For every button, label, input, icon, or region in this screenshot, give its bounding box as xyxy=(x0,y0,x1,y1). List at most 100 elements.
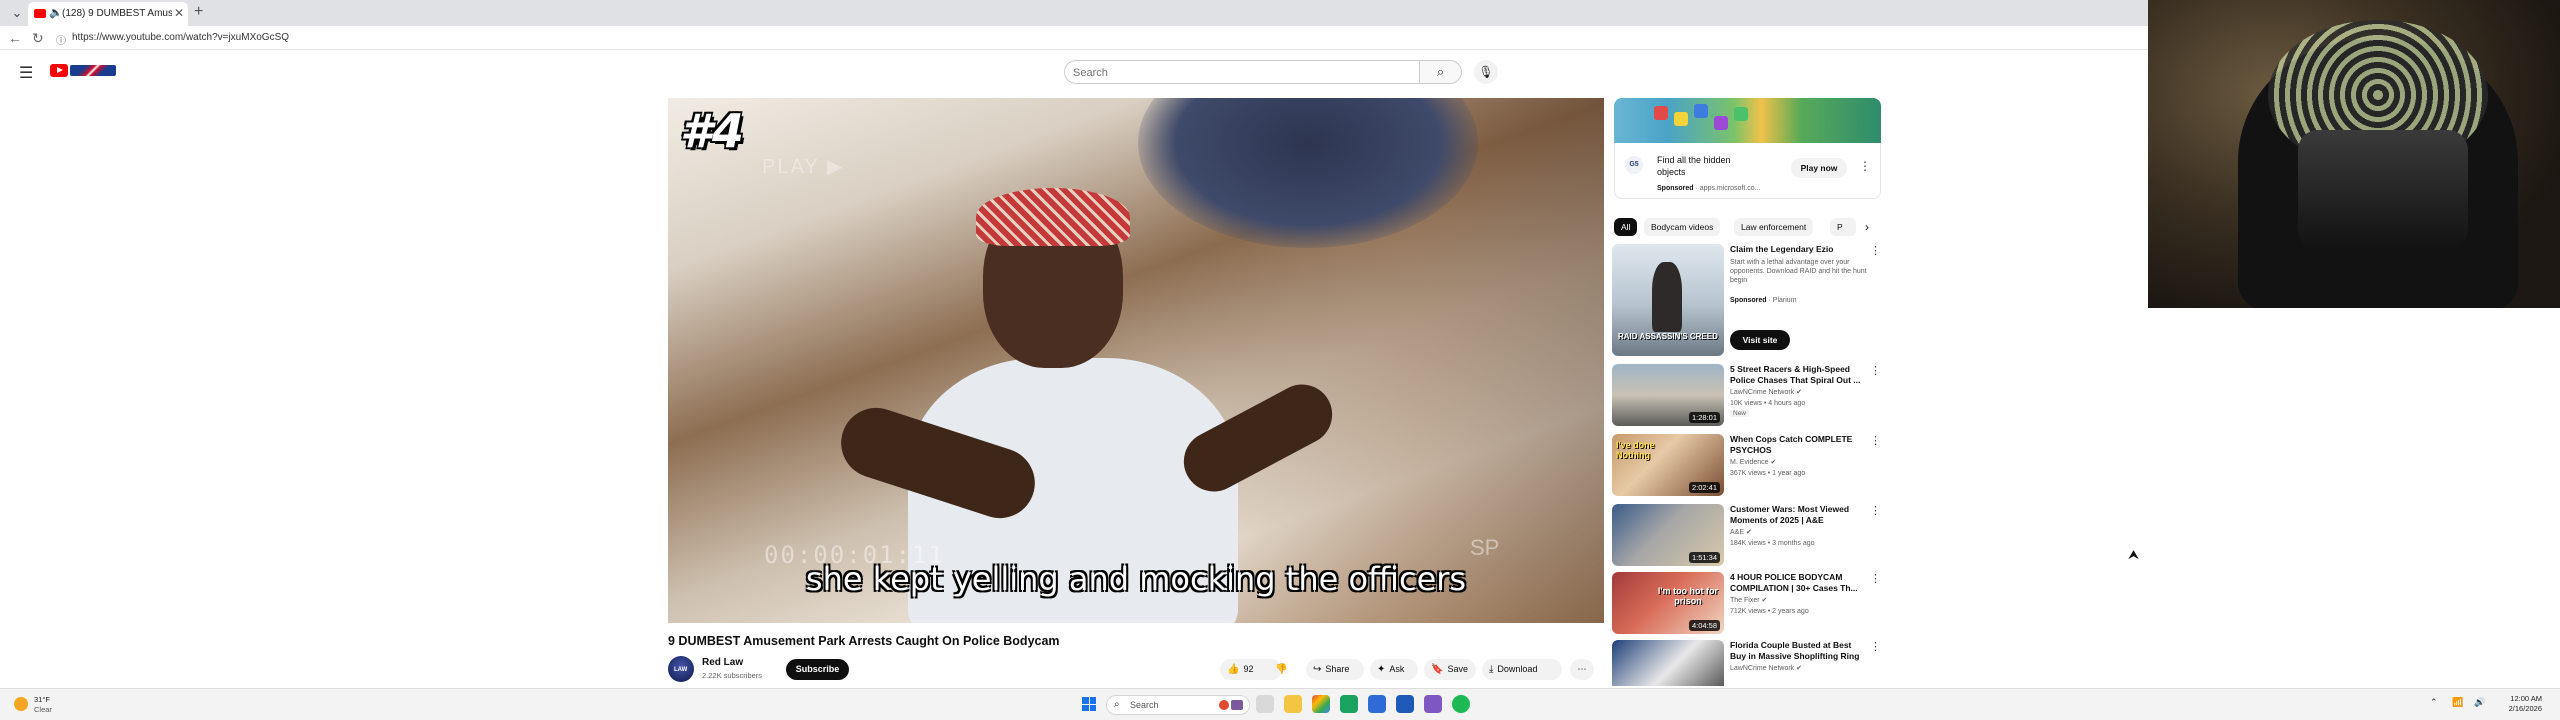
youtube-logo-icon[interactable] xyxy=(50,64,68,77)
more-vertical-icon[interactable]: ⋮ xyxy=(1870,572,1881,585)
weather-temperature[interactable]: 31°F xyxy=(34,695,50,704)
video-thumbnail[interactable]: I'm too hot for prison 4:04:58 xyxy=(1612,572,1724,634)
video-thumbnail[interactable] xyxy=(1612,640,1724,686)
search-icon: ⌕ xyxy=(1436,64,1445,79)
voice-search-button[interactable]: 🎙 xyxy=(1474,60,1498,84)
close-tab-icon[interactable]: ✕ xyxy=(174,6,184,20)
hamburger-menu-icon[interactable]: ☰ xyxy=(19,63,33,83)
video-thumbnail[interactable]: 1:28:01 xyxy=(1612,364,1724,426)
recommendation-channel: M. Evidence ✔ xyxy=(1730,459,1777,466)
recommendation-title[interactable]: 5 Street Racers & High-Speed Police Chas… xyxy=(1730,364,1868,386)
clock-date[interactable]: 2/16/2026 xyxy=(2502,704,2542,713)
save-button[interactable]: 🔖 Save xyxy=(1424,659,1476,680)
reload-icon[interactable]: ↻ xyxy=(32,30,44,47)
recommendation-title[interactable]: Customer Wars: Most Viewed Moments of 20… xyxy=(1730,504,1868,526)
edge-browser-icon[interactable] xyxy=(1340,695,1358,713)
advertiser-logo: G5 xyxy=(1625,156,1643,174)
tab-menu-chevron-icon[interactable]: ⌄ xyxy=(6,3,28,23)
ask-button[interactable]: ✦ Ask xyxy=(1370,659,1418,680)
recommendation-item[interactable]: I've done Nothing 2:02:41 When Cops Catc… xyxy=(1612,434,1882,496)
weather-description[interactable]: Clear xyxy=(34,705,52,714)
back-arrow-icon[interactable]: ← xyxy=(8,30,22,46)
clock-time[interactable]: 12:00 AM xyxy=(2502,694,2542,703)
share-button[interactable]: ↪ Share xyxy=(1306,659,1364,680)
duration-badge: 1:51:34 xyxy=(1688,552,1720,563)
more-vertical-icon[interactable]: ⋮ xyxy=(1870,640,1881,653)
video-thumbnail[interactable]: 1:51:34 xyxy=(1612,504,1724,566)
recommendation-item[interactable]: 1:28:01 5 Street Racers & High-Speed Pol… xyxy=(1612,364,1882,426)
new-tab-button[interactable]: + xyxy=(194,3,203,21)
speaker-icon[interactable]: 🔈 xyxy=(49,6,63,19)
recommendation-stats: 367K views • 1 year ago xyxy=(1730,470,1806,477)
recommendation-title[interactable]: 4 HOUR POLICE BODYCAM COMPILATION | 30+ … xyxy=(1730,572,1868,594)
promo-thumbnail[interactable]: RAID ASSASSIN'S CREED xyxy=(1612,244,1724,356)
channel-name[interactable]: Red Law xyxy=(702,657,743,668)
url-field[interactable]: https://www.youtube.com/watch?v=jxuMXoGc… xyxy=(72,32,289,43)
outlook-icon[interactable] xyxy=(1396,695,1414,713)
site-info-icon[interactable]: ⓘ xyxy=(56,32,66,47)
recommendation-title[interactable]: When Cops Catch COMPLETE PSYCHOS xyxy=(1730,434,1868,456)
recommendation-item[interactable]: 1:51:34 Customer Wars: Most Viewed Momen… xyxy=(1612,504,1882,566)
windows-start-icon[interactable] xyxy=(1082,697,1096,711)
task-view-icon[interactable] xyxy=(1256,695,1274,713)
video-player[interactable]: #4 PLAY ▶ 00:00:01:11 SP she kept yellin… xyxy=(668,98,1604,623)
video-watermark: PLAY ▶ xyxy=(762,156,845,178)
screen: ⌄ 🔈 (128) 9 DUMBEST Amuseme ✕ + ← ↻ ⓘ ht… xyxy=(0,0,2560,720)
more-vertical-icon[interactable]: ⋮ xyxy=(1870,504,1881,517)
browser-tab-youtube[interactable]: 🔈 (128) 9 DUMBEST Amuseme ✕ xyxy=(28,2,188,26)
chip-law-enforcement[interactable]: Law enforcement xyxy=(1734,218,1814,236)
ad-card[interactable]: G5 Find all the hidden objects Sponsored… xyxy=(1614,143,1881,199)
download-button[interactable]: ⤓ Download xyxy=(1482,659,1562,680)
ad-banner-image[interactable] xyxy=(1614,98,1881,143)
recommendation-item[interactable]: I'm too hot for prison 4:04:58 4 HOUR PO… xyxy=(1612,572,1882,634)
recommendation-title[interactable]: Florida Couple Busted at Best Buy in Mas… xyxy=(1730,640,1868,662)
dislike-button[interactable]: 👎 xyxy=(1268,659,1296,680)
mouse-cursor-icon: ⮝ xyxy=(2128,547,2140,562)
search-button[interactable]: ⌕ xyxy=(1420,60,1462,84)
more-vertical-icon[interactable]: ⋮ xyxy=(1870,434,1881,447)
video-thumbnail[interactable]: I've done Nothing 2:02:41 xyxy=(1612,434,1724,496)
volume-icon[interactable]: 🔊 xyxy=(2474,697,2485,708)
ad-title[interactable]: Find all the hidden objects xyxy=(1657,154,1757,178)
store-icon[interactable] xyxy=(1312,695,1330,713)
more-actions-button[interactable]: ⋯ xyxy=(1570,659,1594,680)
ad-sponsor-line: Sponsored · apps.microsoft.co... xyxy=(1657,185,1761,192)
visit-site-button[interactable]: Visit site xyxy=(1730,330,1790,350)
search-box[interactable] xyxy=(1064,60,1420,84)
rank-badge: #4 xyxy=(680,104,745,158)
calendar-icon[interactable] xyxy=(1368,695,1386,713)
subscribe-button[interactable]: Subscribe xyxy=(786,659,849,680)
channel-avatar[interactable]: LAW xyxy=(668,656,694,682)
file-explorer-icon[interactable] xyxy=(1284,695,1302,713)
recommendation-item[interactable]: Florida Couple Busted at Best Buy in Mas… xyxy=(1612,640,1882,686)
app-icon[interactable] xyxy=(1424,695,1442,713)
promo-title[interactable]: Claim the Legendary Ezio xyxy=(1730,244,1868,255)
webcam-overlay xyxy=(2148,0,2560,308)
chevron-up-icon[interactable]: ⌃ xyxy=(2430,697,2438,708)
weather-sun-icon[interactable] xyxy=(14,697,28,711)
promo-item[interactable]: RAID ASSASSIN'S CREED Claim the Legendar… xyxy=(1612,244,1882,358)
address-bar: ← ↻ ⓘ https://www.youtube.com/watch?v=jx… xyxy=(0,26,2148,50)
more-vertical-icon[interactable]: ⋮ xyxy=(1870,244,1881,257)
play-now-button[interactable]: Play now xyxy=(1791,158,1847,178)
thumbs-up-icon: 👍 xyxy=(1227,664,1240,675)
thumbs-down-icon: 👎 xyxy=(1275,664,1288,675)
chip-all[interactable]: All xyxy=(1614,218,1638,236)
network-icon[interactable]: 📶 xyxy=(2452,697,2463,708)
recommendation-channel: LawNCrime Network ✔ xyxy=(1730,665,1803,672)
more-vertical-icon[interactable]: ⋮ xyxy=(1859,159,1871,173)
taskbar-search[interactable]: ⌕ Search xyxy=(1106,695,1250,715)
promo-description: Start with a lethal advantage over your … xyxy=(1730,259,1867,284)
spotify-icon[interactable] xyxy=(1452,695,1470,713)
video-subtitle: she kept yelling and mocking the officer… xyxy=(805,560,1467,598)
verified-icon: ✔ xyxy=(1770,459,1777,466)
microphone-icon: 🎙 xyxy=(1478,65,1494,79)
promo-thumbnail-text: RAID ASSASSIN'S CREED xyxy=(1618,332,1718,341)
chip-bodycam-videos[interactable]: Bodycam videos xyxy=(1644,218,1721,236)
chip-more[interactable]: P xyxy=(1830,218,1856,236)
channel-avatar-text: LAW xyxy=(674,667,688,673)
search-input[interactable] xyxy=(1073,65,1403,80)
chevron-right-icon[interactable]: › xyxy=(1858,218,1876,236)
recommendation-stats: 712K views • 2 years ago xyxy=(1730,608,1809,615)
more-vertical-icon[interactable]: ⋮ xyxy=(1870,364,1881,377)
